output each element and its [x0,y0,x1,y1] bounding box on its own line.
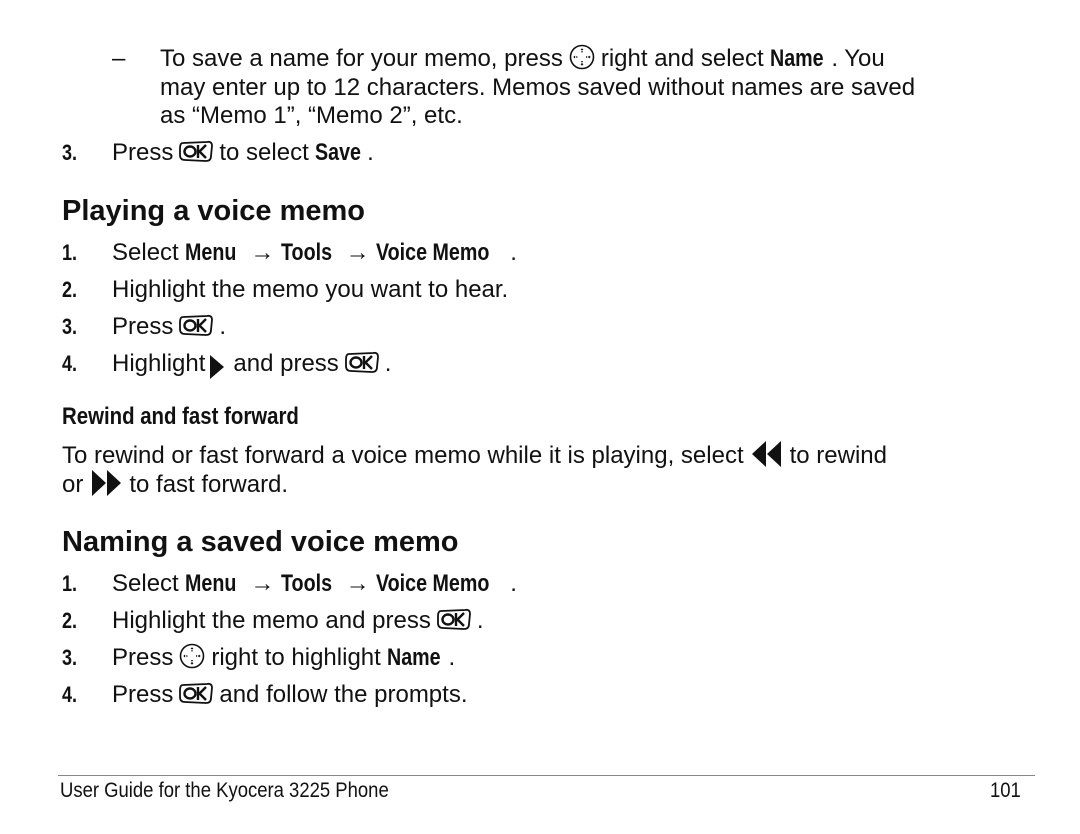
text: . You [831,45,885,72]
footer-divider [58,775,1035,776]
section-title-playing: Playing a voice memo [62,195,366,227]
save-label: Save [315,139,362,166]
footer-title: User Guide for the Kyocera 3225 Phone [60,779,389,802]
arrow: → [250,239,275,266]
ok-key-icon [179,140,213,162]
fast-forward-icon [89,468,123,498]
arrow: → [345,239,370,266]
text: To rewind or fast forward a voice memo w… [62,442,744,469]
text: to select [219,139,309,166]
bullet-line-2: may enter up to 12 characters. Memos sav… [160,74,916,101]
step-number: 1. [62,240,78,265]
tools-label: Tools [281,239,333,266]
rewind-line-1: To rewind or fast forward a voice memo w… [62,441,887,472]
text: Highlight the memo you want to hear. [112,276,509,303]
text: Press [112,139,174,166]
text: . [367,139,374,166]
section-title-naming: Naming a saved voice memo [62,526,459,558]
name-label: Name [387,644,442,671]
voice-memo-label: Voice Memo [376,570,490,597]
step-number: 4. [62,682,78,707]
navigation-key-icon [569,44,595,70]
step-number: 3. [62,314,78,339]
text: to rewind [789,442,887,469]
text: Select [112,570,179,597]
text: Press [112,644,174,671]
text: Press [112,681,174,708]
step-number: 3. [62,140,78,165]
step-number: 2. [62,277,78,302]
arrow: → [250,570,275,597]
tools-label: Tools [281,570,333,597]
ok-key-icon [179,314,213,336]
rewind-icon [750,439,784,469]
text: . [476,607,484,634]
ok-key-icon [437,608,471,630]
text: To save a name for your memo, press [160,45,563,72]
text: and follow the prompts. [219,681,468,708]
menu-label: Menu [185,570,237,597]
text: Highlight the memo and press [112,607,431,634]
play-icon [207,353,227,381]
step-number: 3. [62,645,78,670]
arrow: → [345,570,370,597]
step-number: 1. [62,571,78,596]
menu-label: Menu [185,239,237,266]
text: . [219,313,227,340]
step-number: 2. [62,608,78,633]
text: . [384,350,392,377]
name-label: Name [770,45,824,72]
bullet-line-3: as “Memo 1”, “Memo 2”, etc. [160,102,463,129]
bullet-line-1: To save a name for your memo, press right… [160,44,885,74]
text: . [510,239,517,266]
text: and press [233,350,339,377]
text: right and select [600,45,764,72]
text: . [448,644,456,671]
text: right to highlight [211,644,381,671]
voice-memo-label: Voice Memo [376,239,490,266]
text: to fast forward. [129,471,289,498]
ok-key-icon [345,351,379,373]
text: Highlight [112,350,206,377]
navigation-key-icon [179,643,205,669]
text: Press [112,313,174,340]
rewind-line-2: or to fast forward. [62,470,288,501]
text: Select [112,239,179,266]
bullet-dash: – [112,45,126,72]
page-number: 101 [990,779,1021,802]
text: . [510,570,517,597]
subsection-title-rewind: Rewind and fast forward [62,403,299,430]
ok-key-icon [179,682,213,704]
step-number: 4. [62,351,78,376]
text: or [62,471,84,498]
